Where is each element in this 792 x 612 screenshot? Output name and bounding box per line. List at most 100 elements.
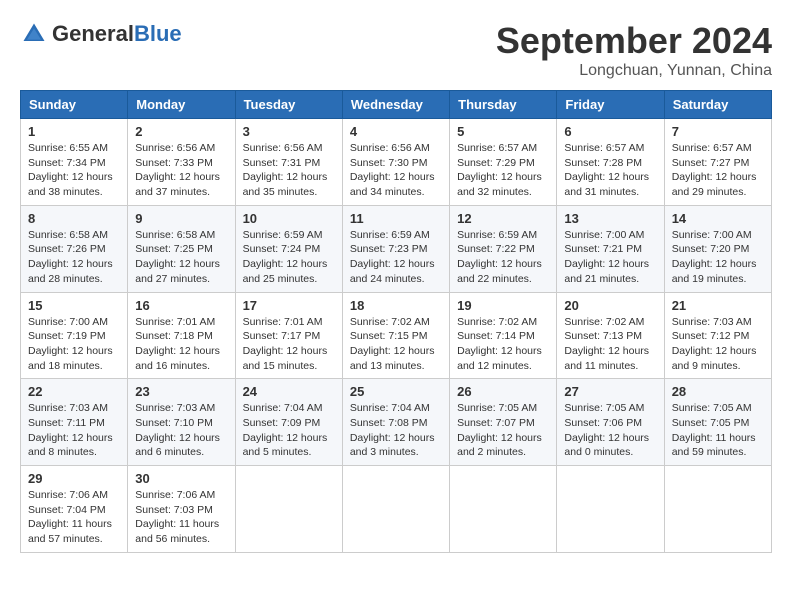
day-number: 24 xyxy=(243,384,335,399)
page-header: GeneralBlue September 2024 Longchuan, Yu… xyxy=(20,20,772,80)
day-number: 7 xyxy=(672,124,764,139)
day-info: Sunrise: 7:06 AM Sunset: 7:03 PM Dayligh… xyxy=(135,488,227,547)
calendar-cell xyxy=(342,466,449,553)
day-info: Sunrise: 7:03 AM Sunset: 7:11 PM Dayligh… xyxy=(28,401,120,460)
calendar-table: Sunday Monday Tuesday Wednesday Thursday… xyxy=(20,90,772,553)
day-info: Sunrise: 6:57 AM Sunset: 7:27 PM Dayligh… xyxy=(672,141,764,200)
calendar-cell: 13 Sunrise: 7:00 AM Sunset: 7:21 PM Dayl… xyxy=(557,205,664,292)
header-monday: Monday xyxy=(128,91,235,119)
header-thursday: Thursday xyxy=(450,91,557,119)
calendar-cell: 21 Sunrise: 7:03 AM Sunset: 7:12 PM Dayl… xyxy=(664,292,771,379)
day-info: Sunrise: 7:05 AM Sunset: 7:05 PM Dayligh… xyxy=(672,401,764,460)
day-number: 13 xyxy=(564,211,656,226)
logo-icon xyxy=(20,20,48,48)
day-number: 4 xyxy=(350,124,442,139)
calendar-cell: 15 Sunrise: 7:00 AM Sunset: 7:19 PM Dayl… xyxy=(21,292,128,379)
day-info: Sunrise: 6:59 AM Sunset: 7:24 PM Dayligh… xyxy=(243,228,335,287)
day-info: Sunrise: 7:00 AM Sunset: 7:21 PM Dayligh… xyxy=(564,228,656,287)
calendar-cell: 9 Sunrise: 6:58 AM Sunset: 7:25 PM Dayli… xyxy=(128,205,235,292)
calendar-row: 22 Sunrise: 7:03 AM Sunset: 7:11 PM Dayl… xyxy=(21,379,772,466)
day-number: 18 xyxy=(350,298,442,313)
calendar-cell: 27 Sunrise: 7:05 AM Sunset: 7:06 PM Dayl… xyxy=(557,379,664,466)
header-tuesday: Tuesday xyxy=(235,91,342,119)
calendar-cell: 23 Sunrise: 7:03 AM Sunset: 7:10 PM Dayl… xyxy=(128,379,235,466)
day-number: 15 xyxy=(28,298,120,313)
calendar-cell: 11 Sunrise: 6:59 AM Sunset: 7:23 PM Dayl… xyxy=(342,205,449,292)
day-info: Sunrise: 7:06 AM Sunset: 7:04 PM Dayligh… xyxy=(28,488,120,547)
day-info: Sunrise: 7:03 AM Sunset: 7:10 PM Dayligh… xyxy=(135,401,227,460)
calendar-cell xyxy=(557,466,664,553)
calendar-cell: 17 Sunrise: 7:01 AM Sunset: 7:17 PM Dayl… xyxy=(235,292,342,379)
day-info: Sunrise: 7:05 AM Sunset: 7:07 PM Dayligh… xyxy=(457,401,549,460)
day-info: Sunrise: 6:56 AM Sunset: 7:33 PM Dayligh… xyxy=(135,141,227,200)
logo-text: GeneralBlue xyxy=(52,21,182,47)
day-number: 16 xyxy=(135,298,227,313)
day-number: 20 xyxy=(564,298,656,313)
calendar-cell: 25 Sunrise: 7:04 AM Sunset: 7:08 PM Dayl… xyxy=(342,379,449,466)
day-number: 25 xyxy=(350,384,442,399)
calendar-cell: 5 Sunrise: 6:57 AM Sunset: 7:29 PM Dayli… xyxy=(450,119,557,206)
day-number: 11 xyxy=(350,211,442,226)
day-info: Sunrise: 6:56 AM Sunset: 7:31 PM Dayligh… xyxy=(243,141,335,200)
calendar-row: 1 Sunrise: 6:55 AM Sunset: 7:34 PM Dayli… xyxy=(21,119,772,206)
calendar-cell: 29 Sunrise: 7:06 AM Sunset: 7:04 PM Dayl… xyxy=(21,466,128,553)
day-info: Sunrise: 7:03 AM Sunset: 7:12 PM Dayligh… xyxy=(672,315,764,374)
day-info: Sunrise: 7:04 AM Sunset: 7:08 PM Dayligh… xyxy=(350,401,442,460)
calendar-cell: 6 Sunrise: 6:57 AM Sunset: 7:28 PM Dayli… xyxy=(557,119,664,206)
day-number: 21 xyxy=(672,298,764,313)
calendar-cell: 3 Sunrise: 6:56 AM Sunset: 7:31 PM Dayli… xyxy=(235,119,342,206)
day-number: 29 xyxy=(28,471,120,486)
calendar-cell: 1 Sunrise: 6:55 AM Sunset: 7:34 PM Dayli… xyxy=(21,119,128,206)
location: Longchuan, Yunnan, China xyxy=(496,62,772,80)
day-number: 14 xyxy=(672,211,764,226)
day-info: Sunrise: 7:01 AM Sunset: 7:18 PM Dayligh… xyxy=(135,315,227,374)
day-info: Sunrise: 7:05 AM Sunset: 7:06 PM Dayligh… xyxy=(564,401,656,460)
calendar-cell: 12 Sunrise: 6:59 AM Sunset: 7:22 PM Dayl… xyxy=(450,205,557,292)
day-number: 28 xyxy=(672,384,764,399)
day-info: Sunrise: 6:57 AM Sunset: 7:28 PM Dayligh… xyxy=(564,141,656,200)
day-info: Sunrise: 6:55 AM Sunset: 7:34 PM Dayligh… xyxy=(28,141,120,200)
day-number: 27 xyxy=(564,384,656,399)
day-number: 10 xyxy=(243,211,335,226)
day-number: 3 xyxy=(243,124,335,139)
day-info: Sunrise: 7:02 AM Sunset: 7:14 PM Dayligh… xyxy=(457,315,549,374)
day-number: 26 xyxy=(457,384,549,399)
day-number: 8 xyxy=(28,211,120,226)
day-info: Sunrise: 6:59 AM Sunset: 7:23 PM Dayligh… xyxy=(350,228,442,287)
calendar-cell xyxy=(450,466,557,553)
day-number: 2 xyxy=(135,124,227,139)
calendar-cell xyxy=(235,466,342,553)
calendar-cell: 22 Sunrise: 7:03 AM Sunset: 7:11 PM Dayl… xyxy=(21,379,128,466)
day-number: 17 xyxy=(243,298,335,313)
header-sunday: Sunday xyxy=(21,91,128,119)
day-info: Sunrise: 6:58 AM Sunset: 7:26 PM Dayligh… xyxy=(28,228,120,287)
calendar-row: 29 Sunrise: 7:06 AM Sunset: 7:04 PM Dayl… xyxy=(21,466,772,553)
header-saturday: Saturday xyxy=(664,91,771,119)
calendar-cell: 24 Sunrise: 7:04 AM Sunset: 7:09 PM Dayl… xyxy=(235,379,342,466)
day-info: Sunrise: 7:02 AM Sunset: 7:15 PM Dayligh… xyxy=(350,315,442,374)
title-block: September 2024 Longchuan, Yunnan, China xyxy=(496,20,772,80)
calendar-cell: 18 Sunrise: 7:02 AM Sunset: 7:15 PM Dayl… xyxy=(342,292,449,379)
calendar-cell: 30 Sunrise: 7:06 AM Sunset: 7:03 PM Dayl… xyxy=(128,466,235,553)
calendar-cell xyxy=(664,466,771,553)
day-info: Sunrise: 7:04 AM Sunset: 7:09 PM Dayligh… xyxy=(243,401,335,460)
day-info: Sunrise: 7:00 AM Sunset: 7:20 PM Dayligh… xyxy=(672,228,764,287)
day-number: 5 xyxy=(457,124,549,139)
calendar-cell: 7 Sunrise: 6:57 AM Sunset: 7:27 PM Dayli… xyxy=(664,119,771,206)
calendar-cell: 19 Sunrise: 7:02 AM Sunset: 7:14 PM Dayl… xyxy=(450,292,557,379)
calendar-cell: 14 Sunrise: 7:00 AM Sunset: 7:20 PM Dayl… xyxy=(664,205,771,292)
calendar-cell: 28 Sunrise: 7:05 AM Sunset: 7:05 PM Dayl… xyxy=(664,379,771,466)
day-number: 22 xyxy=(28,384,120,399)
day-info: Sunrise: 6:58 AM Sunset: 7:25 PM Dayligh… xyxy=(135,228,227,287)
day-number: 19 xyxy=(457,298,549,313)
calendar-cell: 20 Sunrise: 7:02 AM Sunset: 7:13 PM Dayl… xyxy=(557,292,664,379)
calendar-cell: 10 Sunrise: 6:59 AM Sunset: 7:24 PM Dayl… xyxy=(235,205,342,292)
calendar-cell: 26 Sunrise: 7:05 AM Sunset: 7:07 PM Dayl… xyxy=(450,379,557,466)
calendar-row: 8 Sunrise: 6:58 AM Sunset: 7:26 PM Dayli… xyxy=(21,205,772,292)
logo: GeneralBlue xyxy=(20,20,182,48)
month-title: September 2024 xyxy=(496,20,772,62)
day-info: Sunrise: 6:59 AM Sunset: 7:22 PM Dayligh… xyxy=(457,228,549,287)
day-info: Sunrise: 7:00 AM Sunset: 7:19 PM Dayligh… xyxy=(28,315,120,374)
day-number: 1 xyxy=(28,124,120,139)
day-info: Sunrise: 7:02 AM Sunset: 7:13 PM Dayligh… xyxy=(564,315,656,374)
